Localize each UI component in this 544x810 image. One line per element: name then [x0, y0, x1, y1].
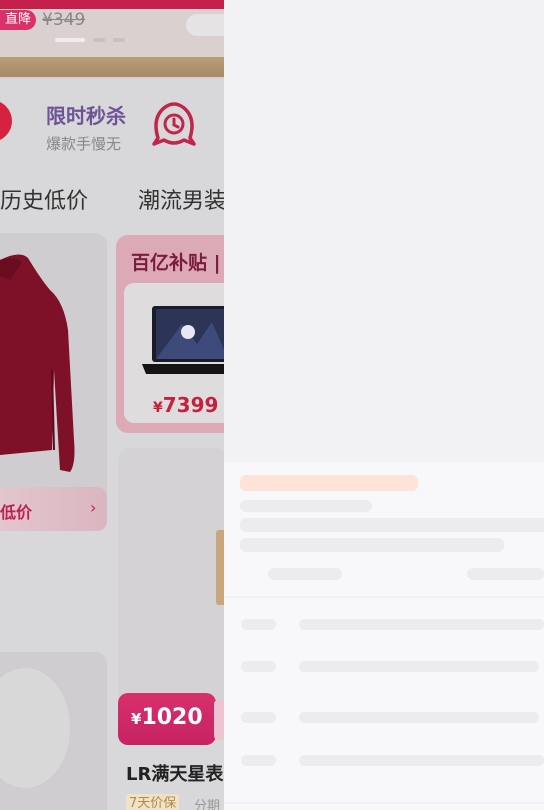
price-guarantee-badge: 7天价保: [126, 794, 180, 810]
laptop-image: [142, 306, 224, 374]
alarm-clock-icon[interactable]: [150, 98, 198, 150]
sweater-image: [0, 254, 75, 472]
subsidy-title: 百亿补贴 |: [131, 252, 221, 274]
background-app: 直降 ¥349 限时秒杀 爆款手慢无 历史低价 潮流男装 低价 › 百亿补贴 |…: [0, 0, 224, 810]
flash-sale-title[interactable]: 限时秒杀: [46, 100, 126, 129]
banner-stripe: [0, 57, 224, 77]
product-name[interactable]: LR满天星表: [126, 760, 223, 786]
skeleton-line: [240, 500, 372, 512]
product-card[interactable]: [118, 448, 224, 708]
skeleton-chip: [268, 568, 342, 580]
skeleton-line: [299, 619, 544, 630]
skeleton-line: [299, 712, 539, 723]
price-tag-stub: [214, 700, 224, 740]
chevron-right-icon: ›: [90, 498, 97, 517]
carousel-dot: [113, 38, 125, 42]
skeleton-title: [240, 475, 418, 491]
divider: [224, 802, 544, 804]
category-tab[interactable]: 潮流男装: [138, 183, 224, 215]
skeleton-label: [241, 755, 276, 766]
product-price: ¥1020: [131, 705, 203, 730]
skeleton-line: [299, 661, 539, 672]
product-image: [216, 530, 224, 605]
skeleton-line: [240, 518, 544, 532]
panel-blank-area: [224, 0, 544, 462]
carousel-dot: [93, 38, 105, 42]
skeleton-label: [241, 619, 276, 630]
skeleton-line: [240, 538, 504, 552]
search-pill[interactable]: [186, 14, 224, 36]
category-circle-icon[interactable]: [0, 100, 12, 142]
skeleton-label: [241, 712, 276, 723]
subsidy-price: ¥7399: [153, 393, 219, 417]
carousel-dot: [55, 38, 85, 42]
flash-sale-subtitle: 爆款手慢无: [46, 135, 122, 153]
skeleton-label: [241, 661, 276, 672]
divider: [224, 596, 544, 598]
loading-panel: [224, 0, 544, 810]
installment-label: 分期: [194, 799, 221, 810]
old-price: ¥349: [42, 10, 86, 30]
skeleton-chip: [467, 568, 544, 580]
top-accent-bar: [0, 0, 224, 9]
price-drop-badge: 直降: [0, 10, 36, 30]
lowest-price-label: 低价: [0, 503, 33, 522]
carousel-dots: [55, 38, 125, 42]
category-tab[interactable]: 历史低价: [0, 183, 88, 215]
skeleton-line: [299, 755, 544, 766]
